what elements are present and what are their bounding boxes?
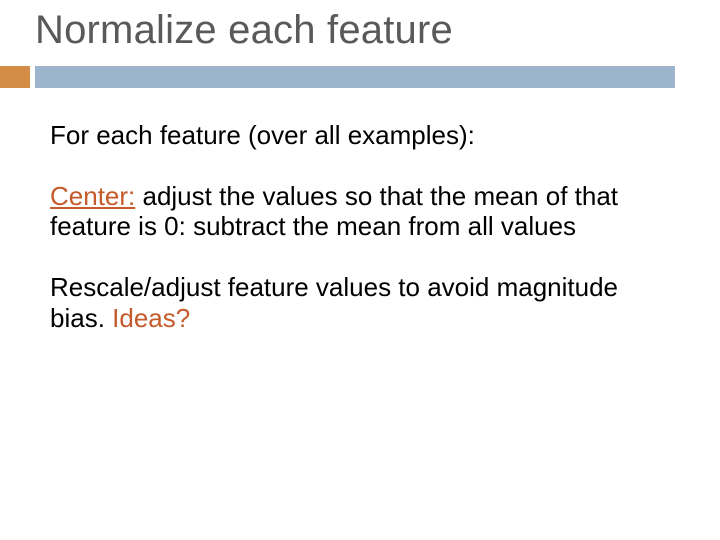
center-label: Center: [50,181,135,211]
paragraph-intro: For each feature (over all examples): [50,120,650,151]
paragraph-rescale: Rescale/adjust feature values to avoid m… [50,272,650,333]
center-text: adjust the values so that the mean of th… [50,181,618,242]
paragraph-center: Center: adjust the values so that the me… [50,181,650,242]
accent-block-blue [35,66,675,88]
ideas-text: Ideas? [112,303,190,333]
slide: Normalize each feature For each feature … [0,0,720,540]
divider-bar [0,66,720,88]
slide-body: For each feature (over all examples): Ce… [50,120,650,363]
slide-title: Normalize each feature [35,8,453,53]
accent-block-orange [0,66,30,88]
